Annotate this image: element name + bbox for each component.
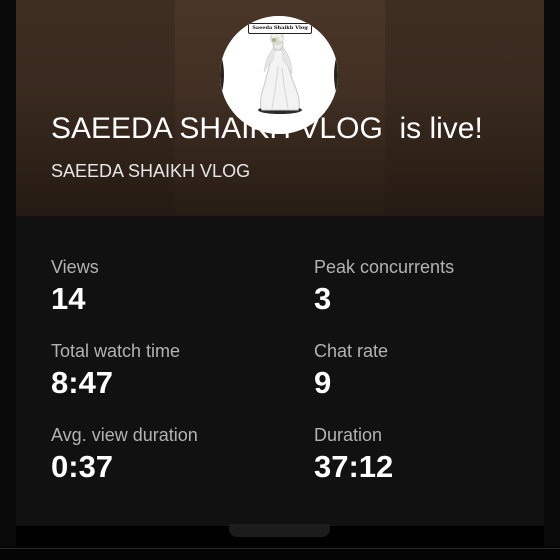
stat-label-peak-concurrents: Peak concurrents [314, 257, 455, 277]
channel-name: SAEEDA SHAIKH VLOG [51, 161, 251, 181]
stat-value-duration: 37:12 [314, 449, 394, 484]
right-edge [544, 0, 560, 560]
stat-label-chat-rate: Chat rate [314, 341, 389, 361]
stat-value-avg-view-duration: 0:37 [51, 449, 114, 484]
stat-label-total-watch-time: Total watch time [51, 341, 181, 361]
stat-duration: Duration 37:12 [314, 424, 544, 485]
live-summary-card: Saeeda Shaikh Vlog SAEEDA SHAIKH VLOG is… [16, 0, 544, 526]
stat-label-avg-view-duration: Avg. view duration [51, 425, 198, 445]
stat-views: Views 14 [51, 256, 281, 317]
live-status-title: SAEEDA SHAIKH VLOG is live! [51, 112, 483, 145]
stat-value-peak-concurrents: 3 [314, 281, 332, 316]
stat-label-views: Views [51, 257, 99, 277]
stat-label-duration: Duration [314, 425, 383, 445]
bottom-divider [0, 548, 560, 549]
stream-stats: Views 14 Peak concurrents 3 Total watch … [16, 216, 544, 526]
home-indicator-tab[interactable] [229, 524, 330, 537]
stat-value-total-watch-time: 8:47 [51, 365, 114, 400]
stat-total-watch-time: Total watch time 8:47 [51, 340, 281, 401]
stat-avg-view-duration: Avg. view duration 0:37 [51, 424, 281, 485]
stat-chat-rate: Chat rate 9 [314, 340, 544, 401]
channel-banner: Saeeda Shaikh Vlog SAEEDA SHAIKH VLOG is… [16, 0, 544, 216]
live-summary-screen: Saeeda Shaikh Vlog SAEEDA SHAIKH VLOG is… [0, 0, 560, 560]
stat-peak-concurrents: Peak concurrents 3 [314, 256, 544, 317]
stat-value-views: 14 [51, 281, 86, 316]
avatar-caption: Saeeda Shaikh Vlog [248, 23, 312, 34]
left-edge [0, 0, 16, 560]
stat-value-chat-rate: 9 [314, 365, 332, 400]
